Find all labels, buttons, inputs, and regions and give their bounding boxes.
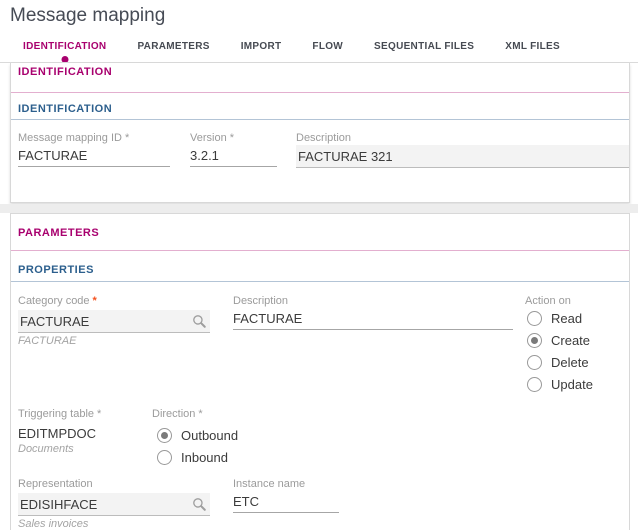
tab-import[interactable]: IMPORT [241, 41, 282, 52]
radio-selected-icon[interactable] [527, 333, 542, 348]
required-marker: * [125, 132, 129, 144]
subsection-rule [11, 119, 629, 120]
required-marker: * [97, 408, 101, 420]
radio-label: Create [551, 333, 590, 348]
parameters-card: PARAMETERS PROPERTIES Category code* FAC… [10, 213, 630, 530]
version-label: Version* [190, 132, 234, 144]
version-field[interactable]: 3.2.1 [190, 148, 277, 167]
identification-subsection-header[interactable]: IDENTIFICATION [18, 103, 112, 115]
representation-helper: Sales invoices [18, 518, 88, 530]
radio-label: Read [551, 311, 582, 326]
radio-icon[interactable] [527, 311, 542, 326]
radio-label: Inbound [181, 450, 228, 465]
radio-option-read[interactable]: Read [527, 310, 593, 326]
parameters-description-field[interactable]: FACTURAE [233, 311, 513, 330]
direction-radio-group: Outbound Inbound [157, 427, 238, 465]
section-rule [11, 92, 629, 93]
tab-sequential-files[interactable]: SEQUENTIAL FILES [374, 41, 474, 52]
identification-description-field: FACTURAE 321 [296, 145, 629, 168]
identification-description-label: Description [296, 132, 351, 144]
card-gap [0, 204, 638, 213]
direction-label: Direction* [152, 408, 203, 420]
radio-icon[interactable] [527, 377, 542, 392]
representation-field[interactable]: EDISIHFACE [18, 493, 210, 516]
tab-identification[interactable]: IDENTIFICATION [23, 41, 106, 52]
radio-label: Delete [551, 355, 589, 370]
radio-option-update[interactable]: Update [527, 376, 593, 392]
radio-label: Update [551, 377, 593, 392]
radio-option-create[interactable]: Create [527, 332, 593, 348]
triggering-table-helper: Documents [18, 443, 74, 455]
triggering-table-value: EDITMPDOC [18, 426, 96, 441]
radio-icon[interactable] [527, 355, 542, 370]
radio-option-delete[interactable]: Delete [527, 354, 593, 370]
tab-xml-files[interactable]: XML FILES [505, 41, 560, 52]
tab-flow[interactable]: FLOW [312, 41, 343, 52]
action-on-radio-group: Read Create Delete Update [527, 310, 593, 392]
representation-value: EDISIHFACE [20, 497, 97, 512]
identification-section-header[interactable]: IDENTIFICATION [18, 66, 112, 78]
required-marker: * [93, 295, 97, 307]
message-mapping-id-field[interactable]: FACTURAE [18, 148, 170, 167]
lookup-magnifier-icon[interactable] [192, 314, 207, 329]
message-mapping-page: Message mapping IDENTIFICATION PARAMETER… [0, 0, 638, 530]
category-code-value: FACTURAE [20, 314, 89, 329]
required-marker: * [230, 132, 234, 144]
required-marker: * [198, 408, 202, 420]
category-code-helper: FACTURAE [18, 335, 76, 347]
identification-description-value: FACTURAE 321 [298, 149, 393, 164]
parameters-description-label: Description [233, 295, 288, 307]
properties-subsection-header[interactable]: PROPERTIES [18, 264, 94, 276]
lookup-magnifier-icon[interactable] [192, 497, 207, 512]
instance-name-label: Instance name [233, 478, 305, 490]
identification-card: IDENTIFICATION IDENTIFICATION Message ma… [10, 63, 630, 203]
category-code-label: Category code* [18, 295, 97, 307]
message-mapping-id-label: Message mapping ID* [18, 132, 129, 144]
parameters-section-header[interactable]: PARAMETERS [18, 227, 99, 239]
radio-selected-icon[interactable] [157, 428, 172, 443]
radio-icon[interactable] [157, 450, 172, 465]
subsection-rule [11, 281, 629, 282]
tab-identification-label: IDENTIFICATION [23, 41, 106, 52]
triggering-table-label: Triggering table* [18, 408, 101, 420]
section-rule [11, 250, 629, 251]
instance-name-field[interactable]: ETC [233, 494, 339, 513]
representation-label: Representation [18, 478, 93, 490]
category-code-field[interactable]: FACTURAE [18, 310, 210, 333]
radio-option-outbound[interactable]: Outbound [157, 427, 238, 443]
radio-option-inbound[interactable]: Inbound [157, 449, 238, 465]
action-on-label: Action on [525, 295, 571, 307]
page-title: Message mapping [10, 5, 165, 27]
tab-parameters[interactable]: PARAMETERS [137, 41, 209, 52]
radio-label: Outbound [181, 428, 238, 443]
tab-bar: IDENTIFICATION PARAMETERS IMPORT FLOW SE… [23, 41, 560, 52]
